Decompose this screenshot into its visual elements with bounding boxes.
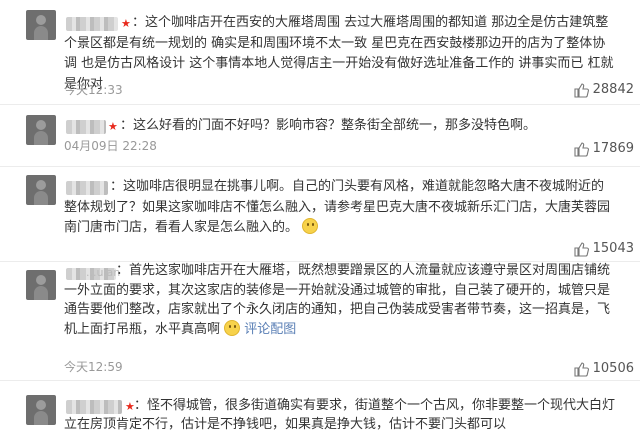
comment-time: 今天12:59 xyxy=(64,360,123,374)
like-count: 28842 xyxy=(592,82,634,97)
thumbs-up-icon xyxy=(574,242,589,257)
comment-image-link[interactable]: 评论配图 xyxy=(244,322,296,337)
comment-text: ：这么好看的门面不好吗？影响市容？整条街全部统一，那多没特色啊。 xyxy=(120,118,537,133)
like-button[interactable]: 15043 xyxy=(573,240,634,258)
avatar[interactable] xyxy=(26,115,56,145)
comment-item: ★ ：这个咖啡店开在西安的大雁塔周围 去过大雁塔周围的都知道 那边全是仿古建筑整… xyxy=(0,0,640,104)
like-count: 10506 xyxy=(592,361,634,376)
like-count: 17869 xyxy=(592,141,634,156)
comment-text: ：怪不得城管，很多街道确实有要求，街道整个一个古风，你非要整一个现代大白灯立在房… xyxy=(64,398,616,432)
smile-emoji-icon xyxy=(224,319,241,336)
comment-item: ：这咖啡店很明显在挑事儿啊。自己的门头要有风格，难道就能忽略大唐不夜城附近的整体… xyxy=(0,167,640,260)
like-button[interactable]: 28842 xyxy=(573,81,634,99)
comment-item: ★ ：怪不得城管，很多街道确实有要求，街道整个一个古风，你非要整一个现代大白灯立… xyxy=(0,381,640,432)
comment-item: ...ulan ：首先这家咖啡店开在大雁塔，既然想要蹭景区的人流量就应该遵守景区… xyxy=(0,262,640,378)
like-button[interactable]: 10506 xyxy=(573,360,634,378)
avatar[interactable] xyxy=(26,10,56,40)
thumbs-up-icon xyxy=(574,362,589,377)
avatar[interactable] xyxy=(26,270,56,300)
like-count: 15043 xyxy=(592,241,634,256)
thumbs-up-icon xyxy=(574,83,589,98)
comment-text: ：这个咖啡店开在西安的大雁塔周围 去过大雁塔周围的都知道 那边全是仿古建筑整个景… xyxy=(64,15,614,92)
smile-emoji-icon xyxy=(302,218,319,234)
comment-feed: ★ ：这个咖啡店开在西安的大雁塔周围 去过大雁塔周围的都知道 那边全是仿古建筑整… xyxy=(0,0,640,432)
comment-item: ★ ：这么好看的门面不好吗？影响市容？整条街全部统一，那多没特色啊。 04月09… xyxy=(0,105,640,165)
comment-time: 04月09日 22:28 xyxy=(64,139,157,153)
thumbs-up-icon xyxy=(574,142,589,157)
avatar[interactable] xyxy=(26,175,56,205)
avatar[interactable] xyxy=(26,395,56,425)
comment-time: 今天12:33 xyxy=(64,83,123,97)
comment-text: ：首先这家咖啡店开在大雁塔，既然想要蹭景区的人流量就应该遵守景区对周围店铺统一外… xyxy=(64,263,611,337)
comment-text: ：这咖啡店很明显在挑事儿啊。自己的门头要有风格，难道就能忽略大唐不夜城附近的整体… xyxy=(64,179,611,235)
like-button[interactable]: 17869 xyxy=(573,140,634,158)
